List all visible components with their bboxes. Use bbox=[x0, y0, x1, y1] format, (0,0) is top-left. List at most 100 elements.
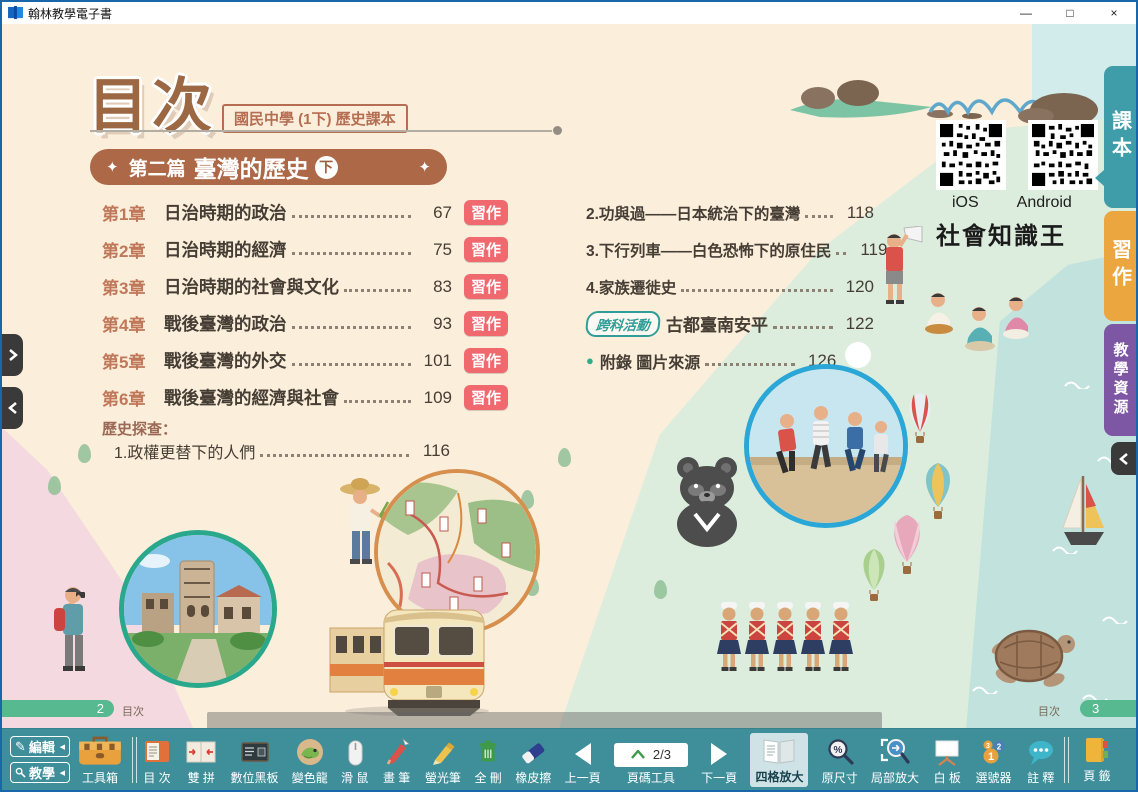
section-banner: ✦ 第二篇 臺灣的歷史 下 ✦ bbox=[90, 149, 447, 185]
digital-blackboard-button[interactable]: 數位黑板 bbox=[231, 735, 279, 786]
qr-code-android bbox=[1028, 120, 1098, 190]
workbook-badge[interactable]: 習作 bbox=[464, 348, 508, 373]
pen-button[interactable]: 畫 筆 bbox=[382, 735, 412, 786]
app-title: 翰林教學電子書 bbox=[28, 5, 112, 22]
qr-zone: iOS Android 社會知識王 bbox=[936, 120, 1112, 251]
toolbar-items: 目 次 雙 拼 數位黑板 變色龍 滑 鼠 畫 筆 bbox=[142, 731, 1057, 789]
edit-label: 編輯 bbox=[29, 737, 55, 756]
next-page-button[interactable]: 下一頁 bbox=[701, 735, 737, 786]
dot-leader bbox=[260, 446, 409, 457]
toc-row-chapter1[interactable]: 第1章 日治時期的政治 67 習作 bbox=[102, 194, 508, 231]
whiteboard-button[interactable]: 白 板 bbox=[932, 735, 962, 786]
hiker-illustration bbox=[46, 582, 100, 702]
bullet-icon: ● bbox=[586, 353, 594, 368]
toc-row-chapter5[interactable]: 第5章 戰後臺灣的外交 101 習作 bbox=[102, 342, 508, 379]
chameleon-button[interactable]: 變色龍 bbox=[292, 735, 328, 786]
toc-button[interactable]: 目 次 bbox=[142, 735, 172, 786]
annotation-button[interactable]: 註 釋 bbox=[1025, 735, 1057, 786]
workbook-badge[interactable]: 習作 bbox=[464, 385, 508, 410]
highlighter-icon bbox=[428, 737, 458, 767]
chapter-page: 83 bbox=[416, 277, 452, 297]
dot-leader bbox=[836, 244, 846, 255]
chevron-left-icon bbox=[8, 401, 18, 415]
toc-row-chapter4[interactable]: 第4章 戰後臺灣的政治 93 習作 bbox=[102, 305, 508, 342]
volume-circle: 下 bbox=[315, 156, 338, 179]
hot-air-balloon-illustration bbox=[886, 514, 928, 578]
page-tabs-button[interactable]: 頁 籤 bbox=[1082, 733, 1112, 784]
item-page: 118 bbox=[838, 203, 874, 223]
sailboat-illustration bbox=[1058, 472, 1110, 554]
item-label: 2.功與過——日本統治下的臺灣 bbox=[586, 202, 800, 224]
mic-icon bbox=[15, 767, 26, 778]
toc-row-cross-activity[interactable]: 跨科活動 古都臺南安平 122 bbox=[586, 305, 874, 342]
number-picker-button[interactable]: 321 選號器 bbox=[975, 735, 1011, 786]
expander-icon: ◀ bbox=[60, 769, 65, 777]
toolbox-button[interactable]: 工具箱 bbox=[74, 733, 126, 786]
chapter-title: 日治時期的經濟 bbox=[164, 237, 287, 262]
white-circle-decoration bbox=[845, 342, 871, 368]
app-window: 翰林教學電子書 — □ × bbox=[0, 0, 1138, 792]
prev-page-button[interactable]: 上一頁 bbox=[565, 735, 601, 786]
chapter-title: 戰後臺灣的經濟與社會 bbox=[164, 385, 339, 410]
workbook-badge[interactable]: 習作 bbox=[464, 311, 508, 336]
dot-leader bbox=[292, 207, 411, 218]
eraser-button[interactable]: 橡皮擦 bbox=[515, 735, 551, 786]
toc-folder-icon bbox=[142, 737, 172, 767]
four-grid-zoom-button[interactable]: 四格放大 bbox=[750, 733, 808, 787]
dot-leader bbox=[773, 318, 833, 329]
maximize-button[interactable]: □ bbox=[1048, 2, 1092, 24]
dot-leader bbox=[681, 281, 833, 292]
tab-workbook[interactable]: 習作 bbox=[1104, 211, 1136, 321]
highlighter-button[interactable]: 螢光筆 bbox=[425, 735, 461, 786]
tab-teaching-resources[interactable]: 教學資源 bbox=[1104, 324, 1136, 436]
edit-mode-button[interactable]: ✎ 編輯 ◀ bbox=[10, 736, 70, 757]
train-illustration bbox=[322, 590, 510, 718]
page-indicator-value: 2/3 bbox=[653, 747, 671, 762]
chapter-number: 第5章 bbox=[102, 348, 164, 373]
chapter-page: 93 bbox=[416, 314, 452, 334]
toc-row-explore1[interactable]: 1.政權更替下的人們 116 bbox=[114, 436, 450, 466]
workbook-badge[interactable]: 習作 bbox=[464, 237, 508, 262]
app-logo-icon bbox=[8, 6, 23, 20]
toc-right-list: 2.功與過——日本統治下的臺灣 118 3.下行列車——白色恐怖下的原住民 11… bbox=[586, 194, 874, 379]
chevron-right-icon bbox=[8, 348, 18, 362]
workbook-badge[interactable]: 習作 bbox=[464, 200, 508, 225]
appendix-label: 附錄 圖片來源 bbox=[600, 349, 700, 373]
chapter-title: 戰後臺灣的外交 bbox=[164, 348, 287, 373]
explore-item-page: 116 bbox=[414, 441, 450, 461]
svg-text:1: 1 bbox=[988, 751, 994, 763]
section-part: 第二篇 bbox=[129, 154, 186, 181]
svg-text:%: % bbox=[833, 745, 842, 756]
toolbar-separator bbox=[132, 737, 137, 783]
qr-label-ios: iOS bbox=[952, 194, 979, 212]
delete-all-button[interactable]: 全 刪 bbox=[474, 735, 502, 786]
chevron-up-icon bbox=[631, 750, 645, 759]
tab-label: 課本 bbox=[1106, 110, 1135, 164]
close-button[interactable]: × bbox=[1092, 2, 1136, 24]
teach-mode-button[interactable]: 教學 ◀ bbox=[10, 762, 70, 783]
black-bear-illustration bbox=[668, 452, 746, 548]
panel-expand-button[interactable] bbox=[2, 334, 23, 376]
titlebar: 翰林教學電子書 — □ × bbox=[2, 2, 1136, 24]
page-number-tool[interactable]: 2/3 頁碼工具 bbox=[614, 735, 688, 786]
tab-textbook[interactable]: 課本 bbox=[1104, 66, 1136, 208]
toc-row-explore3[interactable]: 3.下行列車——白色恐怖下的原住民 119 bbox=[586, 231, 874, 268]
pen-icon bbox=[382, 737, 412, 767]
mouse-button[interactable]: 滑 鼠 bbox=[341, 735, 368, 786]
dual-page-button[interactable]: 雙 拼 bbox=[185, 735, 217, 786]
panel-collapse-button[interactable] bbox=[2, 387, 23, 429]
original-size-button[interactable]: % 原尺寸 bbox=[822, 735, 858, 786]
magnifier-percent-icon: % bbox=[825, 737, 855, 767]
workbook-badge[interactable]: 習作 bbox=[464, 274, 508, 299]
toc-row-explore4[interactable]: 4.家族遷徙史 120 bbox=[586, 268, 874, 305]
toc-row-explore2[interactable]: 2.功與過——日本統治下的臺灣 118 bbox=[586, 194, 874, 231]
page-indicator-box[interactable]: 2/3 bbox=[614, 743, 688, 767]
sidebar-collapse-button[interactable] bbox=[1111, 442, 1136, 475]
partial-zoom-button[interactable]: 局部放大 bbox=[871, 735, 919, 786]
mouse-icon bbox=[342, 739, 368, 767]
toc-row-chapter2[interactable]: 第2章 日治時期的經濟 75 習作 bbox=[102, 231, 508, 268]
minimize-button[interactable]: — bbox=[1004, 2, 1048, 24]
explore-item-label: 1.政權更替下的人們 bbox=[114, 439, 255, 463]
toc-row-chapter3[interactable]: 第3章 日治時期的社會與文化 83 習作 bbox=[102, 268, 508, 305]
toc-row-chapter6[interactable]: 第6章 戰後臺灣的經濟與社會 109 習作 bbox=[102, 379, 508, 416]
